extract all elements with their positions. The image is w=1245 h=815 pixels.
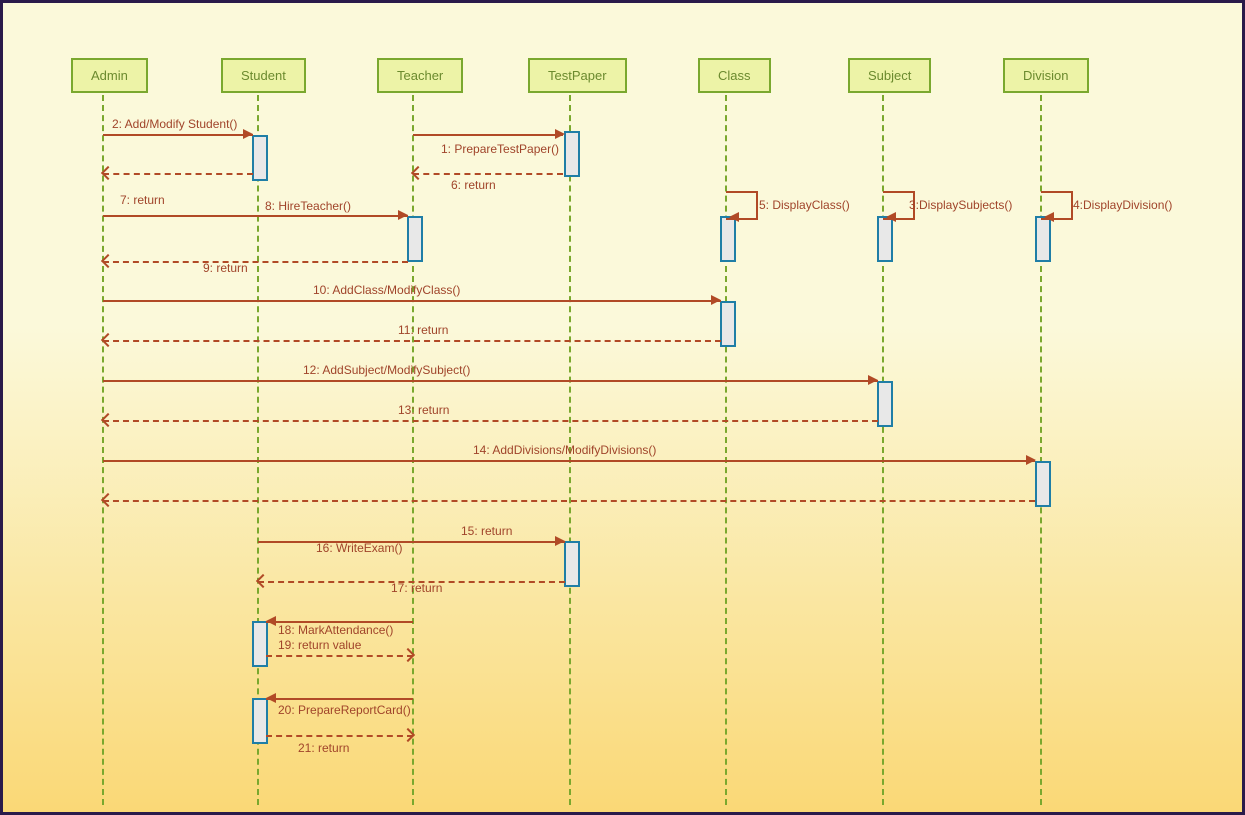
lifeline-student: Student	[221, 58, 306, 93]
arrow-m11	[103, 340, 721, 342]
label-m4: 4:DisplayDivision()	[1073, 198, 1172, 212]
arrow-m1	[413, 134, 563, 136]
arrowhead-m1	[555, 129, 565, 139]
lifeline-division: Division	[1003, 58, 1089, 93]
arrowhead-m12	[868, 375, 878, 385]
label-m19: 19: return value	[278, 638, 361, 652]
arrow-m13	[103, 420, 878, 422]
activation-division-1	[1035, 461, 1051, 507]
activation-student-3	[252, 698, 268, 744]
label-m21: 21: return	[298, 741, 349, 755]
activation-student-1	[252, 135, 268, 181]
label-m3: 3:DisplaySubjects()	[909, 198, 1012, 212]
arrow-m2	[103, 134, 253, 136]
activation-teacher-1	[407, 216, 423, 262]
arrow-m14	[103, 460, 1035, 462]
activation-division-self	[1035, 216, 1051, 262]
label-m5: 5: DisplayClass()	[759, 198, 850, 212]
label-m15: 15: return	[461, 524, 512, 538]
arrowhead-m10	[711, 295, 721, 305]
label-m10: 10: AddClass/ModifyClass()	[313, 283, 460, 297]
lifeline-admin: Admin	[71, 58, 148, 93]
label-m11: 11: return	[398, 323, 448, 337]
label-m17: 17: return	[391, 581, 442, 595]
label-m18: 18: MarkAttendance()	[278, 623, 393, 637]
arrow-m9	[103, 261, 408, 263]
activation-student-2	[252, 621, 268, 667]
arrowhead-m5	[729, 212, 739, 222]
activation-subject-1	[877, 381, 893, 427]
activation-testpaper-2	[564, 541, 580, 587]
label-m8: 8: HireTeacher()	[265, 199, 351, 213]
arrow-m8	[103, 215, 408, 217]
lifeline-class: Class	[698, 58, 771, 93]
arrow-m6	[413, 173, 563, 175]
arrowhead-m3	[886, 212, 896, 222]
label-m12: 12: AddSubject/ModifySubject()	[303, 363, 470, 377]
arrow-m16	[258, 541, 565, 543]
label-m9: 9: return	[203, 261, 248, 275]
label-m1: 1: PrepareTestPaper()	[441, 142, 559, 156]
sequence-diagram: Admin Student Teacher TestPaper Class Su…	[0, 0, 1245, 815]
arrow-m21	[266, 735, 413, 737]
arrowhead-m18	[266, 616, 276, 626]
activation-subject-self	[877, 216, 893, 262]
label-m13: 13: return	[398, 403, 449, 417]
label-m20: 20: PrepareReportCard()	[278, 703, 411, 717]
lifeline-testpaper: TestPaper	[528, 58, 627, 93]
arrowhead-m4	[1044, 212, 1054, 222]
arrow-m7	[103, 173, 253, 175]
label-m2: 2: Add/Modify Student()	[112, 117, 237, 131]
arrow-m19	[266, 655, 413, 657]
arrow-m12	[103, 380, 878, 382]
arrowhead-m16	[555, 536, 565, 546]
activation-class-1	[720, 301, 736, 347]
label-m16: 16: WriteExam()	[316, 541, 402, 555]
lifeline-line-admin	[102, 95, 104, 805]
arrowhead-m20	[266, 693, 276, 703]
label-m7: 7: return	[120, 193, 165, 207]
lifeline-subject: Subject	[848, 58, 931, 93]
arrowhead-m2	[243, 129, 253, 139]
arrow-m20	[266, 698, 413, 700]
arrowhead-m8	[398, 210, 408, 220]
arrowhead-m14	[1026, 455, 1036, 465]
label-m6: 6: return	[451, 178, 496, 192]
arrow-m10	[103, 300, 721, 302]
lifeline-teacher: Teacher	[377, 58, 463, 93]
label-m14: 14: AddDivisions/ModifyDivisions()	[473, 443, 656, 457]
activation-class-self	[720, 216, 736, 262]
arrow-m15	[103, 500, 1035, 502]
activation-testpaper-1	[564, 131, 580, 177]
